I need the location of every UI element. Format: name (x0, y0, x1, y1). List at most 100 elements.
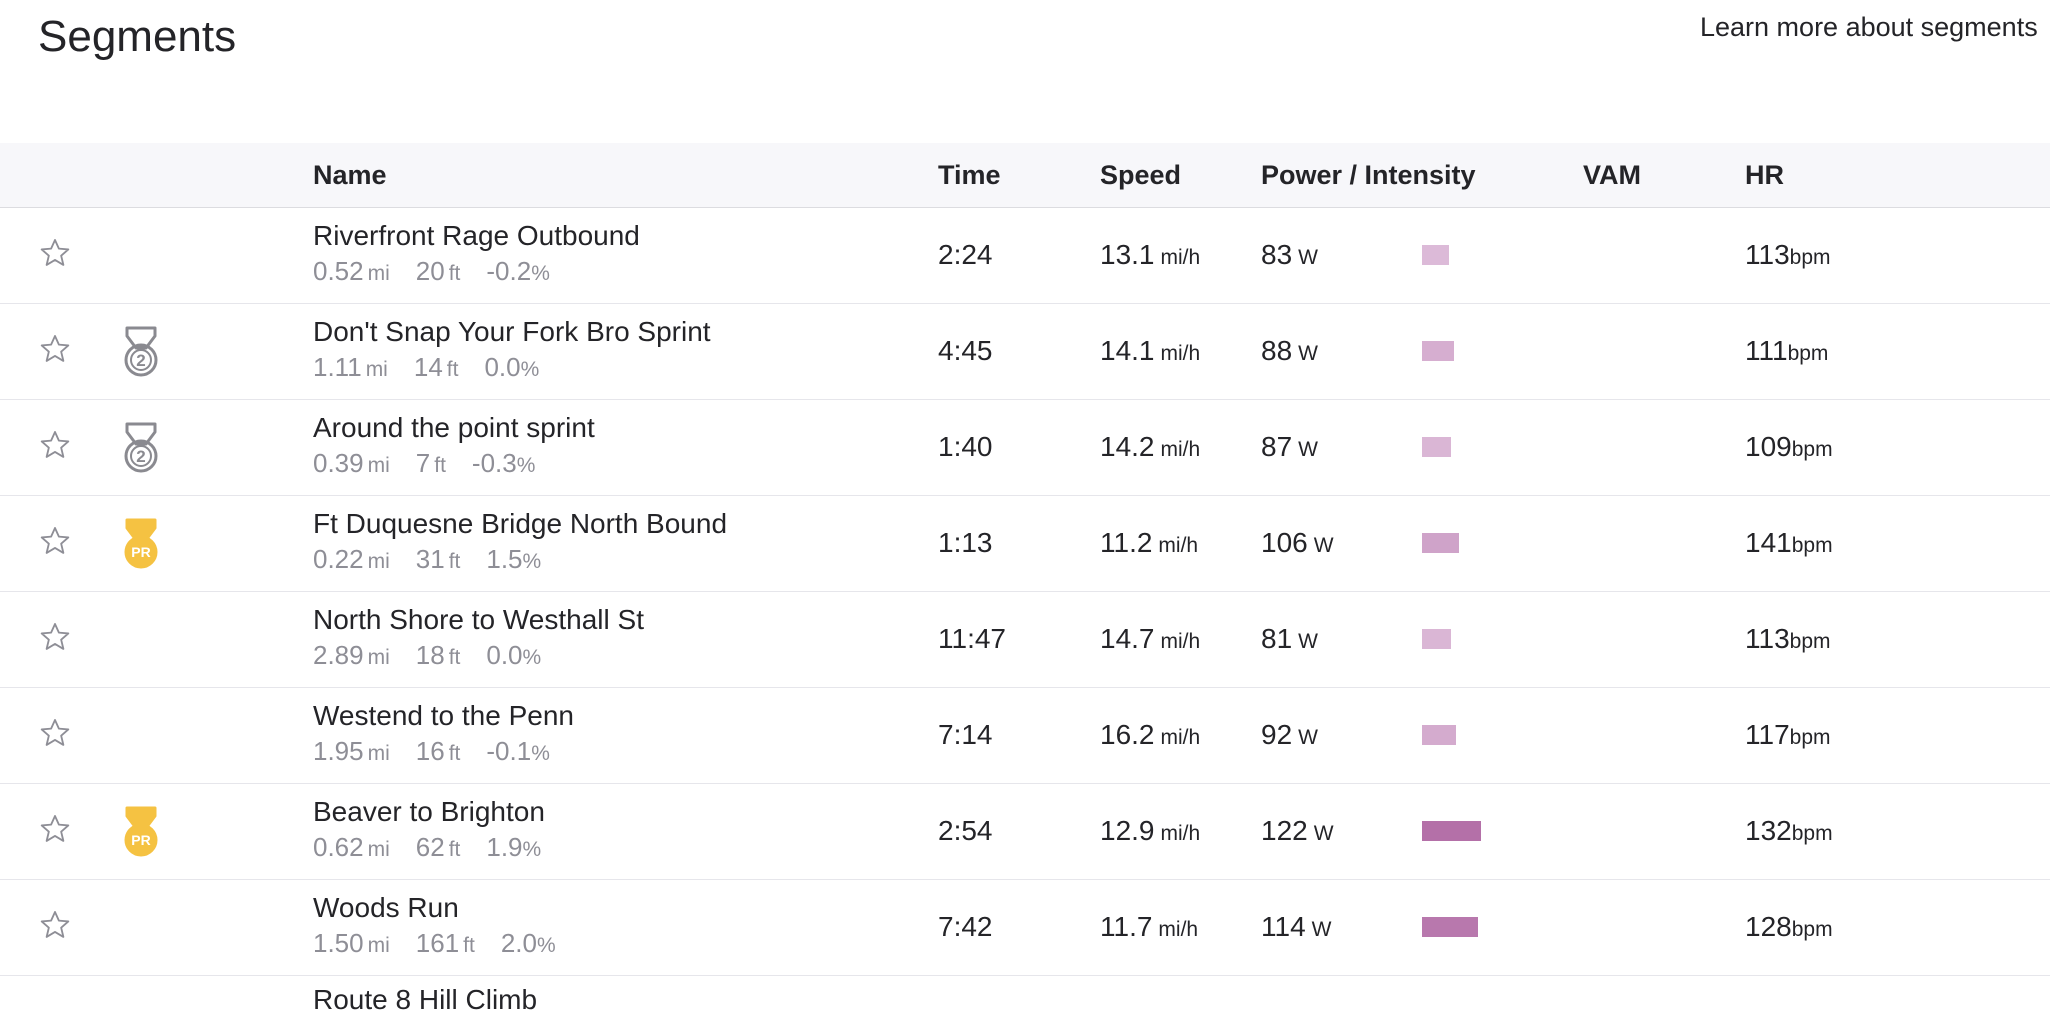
star-icon[interactable] (38, 236, 72, 270)
star-icon[interactable] (38, 908, 72, 942)
segment-grade: -0.2% (486, 256, 550, 286)
learn-more-link[interactable]: Learn more about segments (1700, 12, 2038, 43)
intensity-bar (1422, 917, 1478, 937)
table-row[interactable]: PR Ft Duquesne Bridge North Bound 0.22 mi 31… (0, 496, 2050, 592)
star-icon[interactable] (38, 812, 72, 846)
segment-name[interactable]: Route 8 Hill Climb (313, 984, 537, 1016)
column-header-vam[interactable]: VAM (1583, 160, 1641, 191)
segment-grade: 2.0% (500, 928, 556, 958)
segments-table: Name Time Speed Power / Intensity VAM HR… (0, 143, 2050, 976)
segment-power: 114 W (1261, 911, 1332, 942)
segment-speed: 14.1 mi/h (1100, 335, 1201, 366)
segment-distance: 0.62 mi (313, 832, 390, 862)
intensity-bar (1422, 629, 1451, 649)
segment-grade: 1.9% (486, 832, 542, 862)
pr-medal-icon: PR (118, 516, 164, 572)
segment-grade: 1.5% (486, 544, 542, 574)
segment-time: 4:45 (938, 335, 993, 366)
svg-text:2: 2 (136, 447, 145, 466)
segment-stats: 1.95 mi 16 ft -0.1% (313, 736, 576, 767)
segment-speed: 11.7 mi/h (1100, 911, 1199, 942)
segment-heart-rate: 113bpm (1745, 623, 1831, 654)
table-body: Riverfront Rage Outbound 0.52 mi 20 ft -0.2% 2… (0, 208, 2050, 976)
table-row[interactable]: Woods Run 1.50 mi 161 ft 2.0% 7:42 11.7 mi/h 114 W… (0, 880, 2050, 976)
intensity-bar (1422, 437, 1451, 457)
svg-text:PR: PR (131, 832, 150, 848)
segment-power: 122 W (1261, 815, 1334, 846)
table-row[interactable]: North Shore to Westhall St 2.89 mi 18 ft 0.0%… (0, 592, 2050, 688)
star-icon[interactable] (38, 524, 72, 558)
star-icon[interactable] (38, 428, 72, 462)
segment-grade: -0.1% (486, 736, 550, 766)
second-place-medal-icon: 2 (118, 324, 164, 380)
segment-power: 106 W (1261, 527, 1334, 558)
segment-distance: 0.22 mi (313, 544, 390, 574)
segment-elevation: 20 ft (415, 256, 461, 286)
table-row[interactable]: PR Beaver to Brighton 0.62 mi 62 ft 1.9% 2:54 12… (0, 784, 2050, 880)
segment-power: 87 W (1261, 431, 1318, 462)
column-header-time[interactable]: Time (938, 160, 1001, 191)
segment-time: 7:14 (938, 719, 993, 750)
segment-stats: 1.11 mi 14 ft 0.0% (313, 352, 565, 383)
segment-elevation: 18 ft (415, 640, 461, 670)
segment-heart-rate: 132bpm (1745, 815, 1833, 846)
column-header-name[interactable]: Name (313, 160, 387, 191)
segment-heart-rate: 111bpm (1745, 335, 1829, 366)
segment-distance: 1.95 mi (313, 736, 390, 766)
segment-name[interactable]: Riverfront Rage Outbound (313, 220, 640, 252)
segment-name[interactable]: Around the point sprint (313, 412, 595, 444)
pr-medal-icon: PR (118, 804, 164, 860)
page-title: Segments (38, 12, 237, 61)
segment-heart-rate: 109bpm (1745, 431, 1833, 462)
segment-name[interactable]: Don't Snap Your Fork Bro Sprint (313, 316, 711, 348)
star-icon[interactable] (38, 716, 72, 750)
segment-heart-rate: 117bpm (1745, 719, 1831, 750)
segment-time: 2:24 (938, 239, 993, 270)
segment-power: 92 W (1261, 719, 1318, 750)
segment-distance: 1.11 mi (313, 352, 388, 382)
star-icon[interactable] (38, 332, 72, 366)
segment-time: 11:47 (938, 623, 1006, 654)
segment-power: 81 W (1261, 623, 1318, 654)
segment-elevation: 62 ft (415, 832, 461, 862)
segment-distance: 2.89 mi (313, 640, 390, 670)
intensity-bar (1422, 725, 1456, 745)
segment-name[interactable]: Ft Duquesne Bridge North Bound (313, 508, 727, 540)
segment-power: 83 W (1261, 239, 1318, 270)
column-header-power[interactable]: Power / Intensity (1261, 160, 1476, 191)
segment-stats: 1.50 mi 161 ft 2.0% (313, 928, 582, 959)
segment-distance: 0.52 mi (313, 256, 390, 286)
column-header-hr[interactable]: HR (1745, 160, 1784, 191)
segment-speed: 14.2 mi/h (1100, 431, 1201, 462)
segment-name[interactable]: North Shore to Westhall St (313, 604, 644, 636)
segment-speed: 16.2 mi/h (1100, 719, 1201, 750)
segment-distance: 1.50 mi (313, 928, 390, 958)
svg-text:PR: PR (131, 544, 150, 560)
segment-power: 88 W (1261, 335, 1318, 366)
star-icon[interactable] (38, 620, 72, 654)
table-row[interactable]: 2 Around the point sprint 0.39 mi 7 ft -0.3% 1:… (0, 400, 2050, 496)
segment-elevation: 14 ft (413, 352, 459, 382)
segment-name[interactable]: Woods Run (313, 892, 459, 924)
table-row[interactable]: Riverfront Rage Outbound 0.52 mi 20 ft -0.2% 2… (0, 208, 2050, 304)
segment-grade: 0.0% (486, 640, 542, 670)
segment-heart-rate: 141bpm (1745, 527, 1833, 558)
table-row[interactable]: Westend to the Penn 1.95 mi 16 ft -0.1% 7:14 16… (0, 688, 2050, 784)
segment-stats: 0.39 mi 7 ft -0.3% (313, 448, 561, 479)
segment-elevation: 16 ft (415, 736, 461, 766)
segment-stats: 0.52 mi 20 ft -0.2% (313, 256, 576, 287)
segment-speed: 11.2 mi/h (1100, 527, 1199, 558)
segment-time: 7:42 (938, 911, 993, 942)
table-row[interactable]: 2 Don't Snap Your Fork Bro Sprint 1.11 mi 14… (0, 304, 2050, 400)
segment-stats: 2.89 mi 18 ft 0.0% (313, 640, 567, 671)
column-header-speed[interactable]: Speed (1100, 160, 1181, 191)
segment-name[interactable]: Beaver to Brighton (313, 796, 545, 828)
intensity-bar (1422, 245, 1449, 265)
segment-elevation: 31 ft (415, 544, 461, 574)
segment-elevation: 161 ft (415, 928, 475, 958)
intensity-bar (1422, 341, 1454, 361)
segment-speed: 14.7 mi/h (1100, 623, 1201, 654)
segment-heart-rate: 113bpm (1745, 239, 1831, 270)
segment-name[interactable]: Westend to the Penn (313, 700, 574, 732)
segment-heart-rate: 128bpm (1745, 911, 1833, 942)
